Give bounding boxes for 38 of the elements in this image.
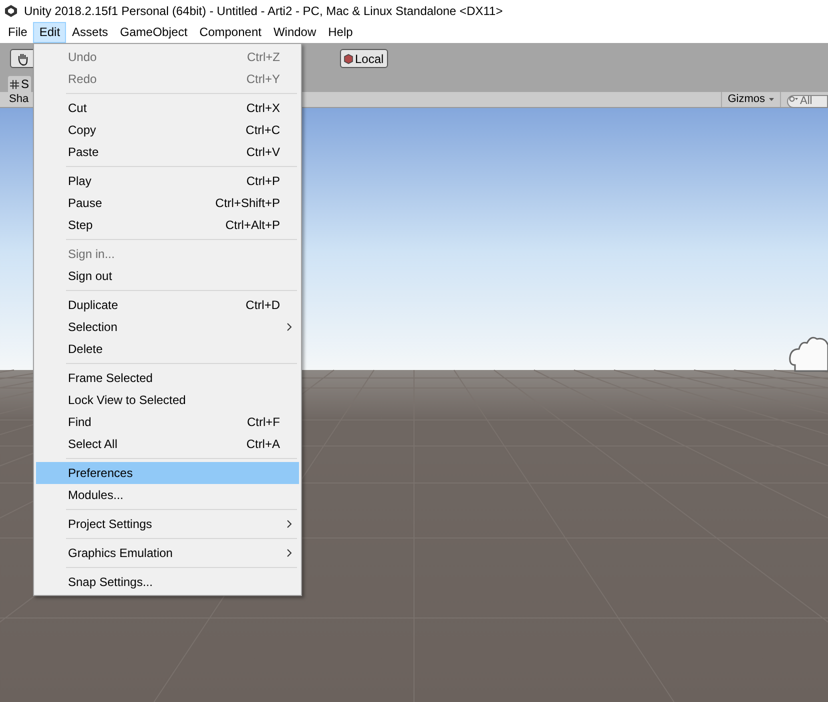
menu-item[interactable]: Lock View to Selected	[36, 389, 299, 411]
menu-bar-item[interactable]: Window	[267, 22, 322, 43]
cube-icon	[344, 54, 353, 64]
menu-bar-item[interactable]: Component	[193, 22, 268, 43]
search-icon	[789, 96, 798, 103]
menu-item[interactable]: Snap Settings...	[36, 571, 299, 593]
dropdown-arrow-icon	[769, 98, 774, 101]
menu-bar-item[interactable]: Help	[322, 22, 359, 43]
menu-bar-item[interactable]: Assets	[66, 22, 114, 43]
menu-item[interactable]: Delete	[36, 338, 299, 360]
menu-item[interactable]: Selection	[36, 316, 299, 338]
local-button[interactable]: Local	[340, 49, 388, 68]
grid-icon	[10, 80, 19, 88]
unity-logo-icon	[4, 4, 18, 18]
menu-item[interactable]: Frame Selected	[36, 367, 299, 389]
menu-item[interactable]: Pause Ctrl+Shift+P	[36, 192, 299, 214]
window-title: Unity 2018.2.15f1 Personal (64bit) - Untitled - Arti2 - PC, Mac & Linux Standalone <DX11>	[24, 2, 503, 20]
menu-bar-item[interactable]: File	[2, 22, 34, 43]
menu-item[interactable]: Duplicate Ctrl+D	[36, 294, 299, 316]
menu-item[interactable]: Copy Ctrl+C	[36, 119, 299, 141]
menu-item[interactable]: Project Settings	[36, 513, 299, 535]
menu-item[interactable]: Preferences	[36, 462, 299, 484]
menu-item[interactable]: Sign out	[36, 265, 299, 287]
menu-item[interactable]: Modules...	[36, 484, 299, 506]
menu-item[interactable]: Select All Ctrl+A	[36, 433, 299, 455]
menu-item[interactable]: Play Ctrl+P	[36, 170, 299, 192]
menu-item[interactable]: Graphics Emulation	[36, 542, 299, 564]
scene-tab[interactable]: S	[8, 76, 32, 92]
menu-item[interactable]: Paste Ctrl+V	[36, 141, 299, 163]
search-field[interactable]: All	[787, 94, 828, 108]
gizmos-dropdown[interactable]: Gizmos	[720, 92, 781, 107]
menu-bar-item[interactable]: GameObject	[114, 22, 194, 43]
hand-icon	[16, 52, 30, 66]
menu-item[interactable]: Cut Ctrl+X	[36, 97, 299, 119]
menu-item[interactable]: Step Ctrl+Alt+P	[36, 214, 299, 236]
menu-bar-item[interactable]: Edit	[33, 22, 66, 43]
menu-item[interactable]: Find Ctrl+F	[36, 411, 299, 433]
shading-mode-dropdown[interactable]: Sha	[9, 91, 29, 108]
